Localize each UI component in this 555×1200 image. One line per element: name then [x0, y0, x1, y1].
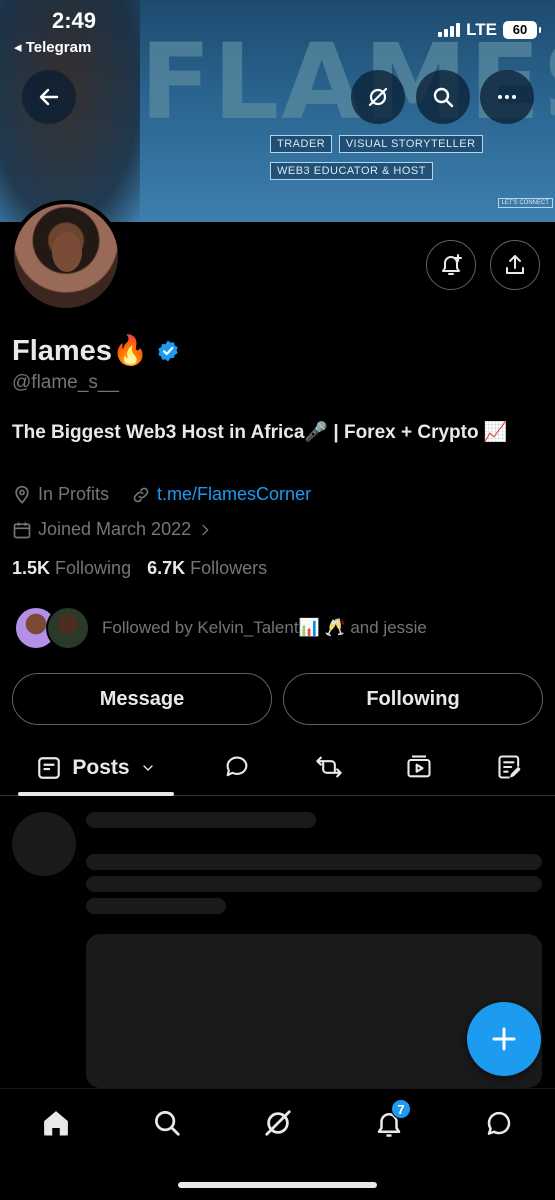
profile-name-row: Flames🔥 — [12, 334, 180, 368]
bell-plus-icon — [442, 254, 462, 275]
share-icon — [506, 255, 524, 274]
chevron-down-icon — [142, 765, 153, 771]
reposts-icon — [316, 756, 342, 778]
skeleton-media — [86, 934, 542, 1088]
following-count: 1.5K — [12, 558, 51, 578]
verified-badge-icon[interactable] — [156, 339, 180, 363]
arrow-left-icon — [39, 88, 59, 106]
home-icon — [44, 1111, 68, 1136]
nav-grok[interactable] — [260, 1105, 296, 1141]
tab-media[interactable] — [404, 752, 434, 782]
location-item: In Profits — [12, 484, 109, 505]
battery-icon: 60 — [503, 21, 541, 39]
location-pin-icon — [15, 485, 29, 504]
nav-notifications[interactable]: 7 — [371, 1099, 411, 1141]
mutual-avatars — [14, 606, 90, 650]
avatar — [46, 606, 90, 650]
tab-articles[interactable] — [495, 752, 525, 782]
status-indicators: LTE 60 — [438, 20, 541, 40]
banner-tag: VISUAL STORYTELLER — [338, 135, 483, 153]
skeleton-line — [86, 876, 542, 892]
more-button[interactable] — [480, 70, 534, 124]
profile-name: Flames🔥 — [12, 335, 149, 367]
link-icon — [133, 487, 149, 502]
skeleton-avatar — [12, 812, 76, 876]
media-icon — [407, 755, 431, 778]
followed-by-text: Followed by Kelvin_Talent📊 🥂 and jessie — [102, 618, 427, 637]
banner-small-text: LET'S CONNECT — [497, 198, 553, 208]
search-button[interactable] — [416, 70, 470, 124]
nav-search[interactable] — [149, 1105, 185, 1141]
profile-meta: In Profits t.me/FlamesCorner — [12, 484, 311, 505]
following-stat[interactable]: 1.5K Following — [12, 558, 131, 579]
location-text: In Profits — [38, 484, 110, 504]
website-link[interactable]: t.me/FlamesCorner — [157, 484, 311, 505]
back-to-app-link[interactable]: ◂ Telegram — [14, 38, 91, 56]
calendar-icon — [13, 522, 31, 538]
tab-posts-label: Posts — [72, 756, 130, 779]
share-button[interactable] — [490, 240, 540, 290]
skeleton-line — [86, 898, 226, 914]
search-icon — [433, 87, 454, 108]
followed-by-row[interactable]: Followed by Kelvin_Talent📊 🥂 and jessie — [14, 606, 427, 650]
tab-replies[interactable] — [222, 752, 252, 782]
plus-icon — [492, 1027, 516, 1051]
followers-label: Followers — [190, 558, 268, 578]
nav-home[interactable] — [38, 1105, 74, 1141]
notify-button[interactable] — [426, 240, 476, 290]
messages-icon — [487, 1111, 511, 1135]
nav-messages[interactable] — [481, 1105, 517, 1141]
posts-icon — [38, 757, 61, 779]
replies-icon — [226, 756, 248, 777]
back-button[interactable] — [22, 70, 76, 124]
message-button[interactable]: Message — [12, 673, 272, 725]
search-icon — [155, 1111, 180, 1136]
skeleton-line — [86, 812, 316, 828]
following-button[interactable]: Following — [283, 673, 543, 725]
skeleton-line — [86, 854, 542, 870]
home-indicator — [178, 1182, 377, 1188]
joined-item[interactable]: Joined March 2022 — [12, 519, 213, 540]
joined-text: Joined March 2022 — [38, 519, 192, 539]
banner-tags: TRADER VISUAL STORYTELLER WEB3 EDUCATOR … — [270, 134, 490, 188]
website-item[interactable]: t.me/FlamesCorner — [131, 484, 311, 505]
status-time: 2:49 — [52, 8, 97, 33]
signal-icon — [438, 23, 461, 37]
followers-stat[interactable]: 6.7K Followers — [147, 558, 267, 579]
tab-posts[interactable]: Posts — [18, 740, 174, 796]
joined-row[interactable]: Joined March 2022 — [12, 519, 213, 540]
more-horizontal-icon — [498, 95, 516, 99]
chevron-right-icon — [202, 524, 209, 535]
notifications-badge: 7 — [391, 1099, 411, 1119]
follow-counts: 1.5K Following 6.7K Followers — [12, 558, 267, 579]
slash-circle-icon — [368, 87, 388, 107]
profile-handle: @flame_s__ — [12, 372, 119, 393]
compose-button[interactable] — [467, 1002, 541, 1076]
grok-icon — [265, 1110, 291, 1136]
active-tab-indicator — [18, 792, 174, 796]
banner-tag: TRADER — [270, 135, 333, 153]
network-type: LTE — [466, 20, 497, 39]
banner-tag: WEB3 EDUCATOR & HOST — [270, 162, 433, 180]
articles-icon — [498, 755, 521, 779]
profile-bio: The Biggest Web3 Host in Africa🎤 | Forex… — [12, 422, 508, 443]
profile-avatar[interactable] — [10, 200, 122, 312]
following-label: Following — [55, 558, 132, 578]
followers-count: 6.7K — [147, 558, 186, 578]
grok-button[interactable] — [351, 70, 405, 124]
profile-tabs: Posts — [0, 740, 555, 796]
tab-reposts[interactable] — [314, 752, 344, 782]
